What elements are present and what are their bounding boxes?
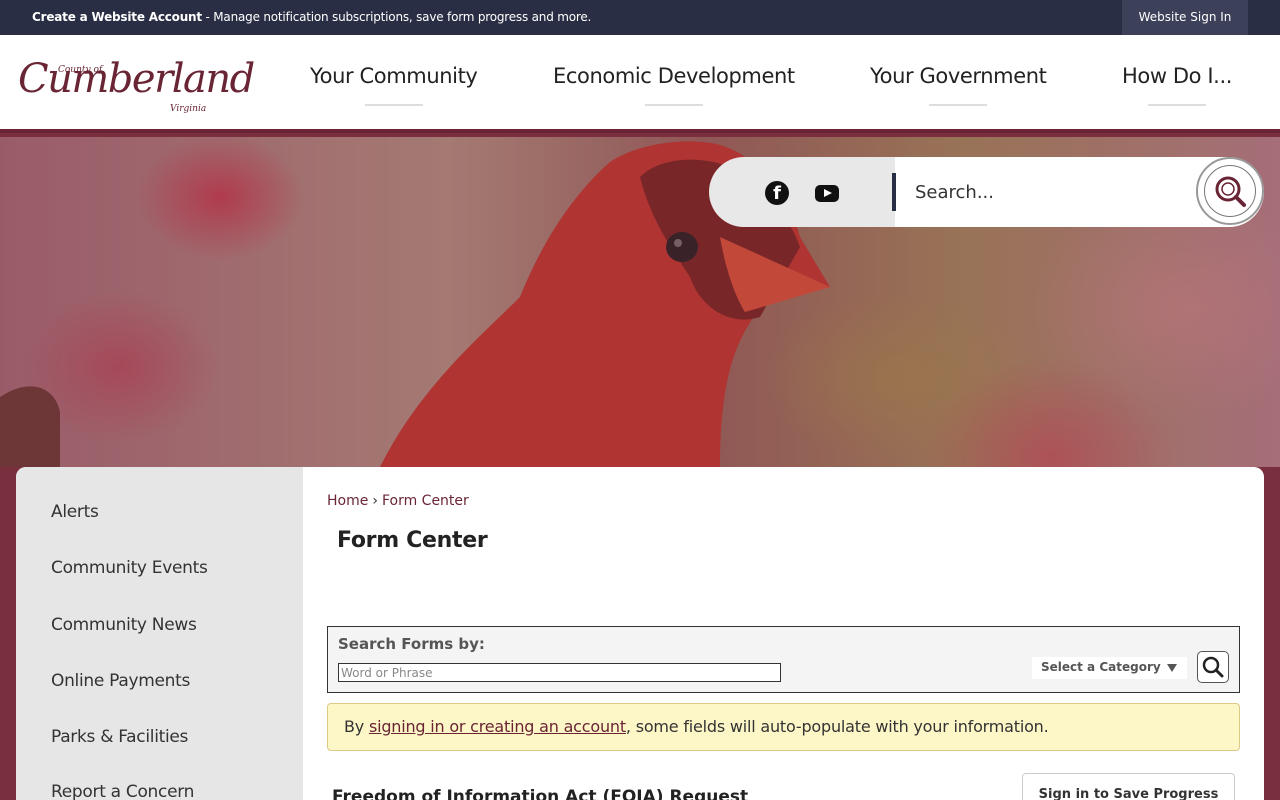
form-search-button[interactable] <box>1197 651 1229 683</box>
nav-your-community[interactable]: Your Community <box>310 64 478 106</box>
nav-underline <box>929 104 988 106</box>
sidebar-item-online-payments[interactable]: Online Payments <box>51 671 190 691</box>
sidebar-item-community-events[interactable]: Community Events <box>51 558 208 578</box>
nav-underline <box>644 104 703 106</box>
facebook-icon[interactable]: f <box>765 181 789 205</box>
nav-economic-development[interactable]: Economic Development <box>553 64 795 106</box>
category-select-label: Select a Category <box>1041 660 1161 674</box>
sign-in-notice: By signing in or creating an account, so… <box>327 703 1240 751</box>
sidebar-item-alerts[interactable]: Alerts <box>51 502 99 522</box>
notice-text-before: By <box>344 717 369 736</box>
site-search-button[interactable] <box>1196 157 1264 225</box>
dropdown-arrow-icon <box>1167 664 1177 672</box>
form-search-input[interactable] <box>338 663 781 682</box>
form-search: Search Forms by: Select a Category <box>327 626 1240 693</box>
breadcrumb-current[interactable]: Form Center <box>382 493 469 509</box>
sidebar-item-community-news[interactable]: Community News <box>51 615 197 635</box>
site-search-input[interactable] <box>915 175 1185 209</box>
nav-how-do-i[interactable]: How Do I... <box>1122 64 1232 106</box>
create-account-link[interactable]: Create a Website Account <box>32 10 202 24</box>
youtube-icon[interactable] <box>815 185 839 202</box>
create-account-description: - Manage notification subscriptions, sav… <box>201 10 592 24</box>
search-icon <box>1215 176 1246 207</box>
nav-underline <box>1148 104 1206 106</box>
top-bar: Create a Website Account - Manage notifi… <box>0 0 1280 35</box>
logo-name: Cumberland <box>18 56 255 102</box>
content-panel: Alerts Community Events Community News O… <box>16 467 1264 800</box>
search-icon <box>1202 656 1224 678</box>
breadcrumb: Home › Form Center <box>327 493 469 509</box>
site-header: County of Cumberland Virginia Your Commu… <box>0 35 1280 133</box>
sign-in-link[interactable]: signing in or creating an account <box>369 717 626 736</box>
breadcrumb-home[interactable]: Home <box>327 493 368 509</box>
county-logo[interactable]: County of Cumberland Virginia <box>18 47 255 123</box>
create-account-message: Create a Website Account - Manage notifi… <box>32 10 591 24</box>
category-select[interactable]: Select a Category <box>1032 657 1187 679</box>
form-search-label: Search Forms by: <box>338 635 485 653</box>
nav-underline <box>364 104 423 106</box>
social-links: f <box>709 157 895 227</box>
nav-your-government[interactable]: Your Government <box>870 64 1047 106</box>
sidebar: Alerts Community Events Community News O… <box>16 467 303 800</box>
save-progress-button[interactable]: Sign in to Save Progress <box>1022 773 1235 800</box>
sidebar-item-report-a-concern[interactable]: Report a Concern <box>51 782 194 800</box>
breadcrumb-separator: › <box>372 493 378 509</box>
search-divider <box>892 173 896 211</box>
sidebar-item-parks-facilities[interactable]: Parks & Facilities <box>51 727 188 747</box>
website-sign-in-button[interactable]: Website Sign In <box>1122 0 1248 35</box>
page-title: Form Center <box>337 528 488 553</box>
notice-text-after: , some fields will auto-populate with yo… <box>625 717 1049 736</box>
logo-state: Virginia <box>170 104 207 114</box>
form-title: Freedom of Information Act (FOIA) Reques… <box>332 787 749 800</box>
